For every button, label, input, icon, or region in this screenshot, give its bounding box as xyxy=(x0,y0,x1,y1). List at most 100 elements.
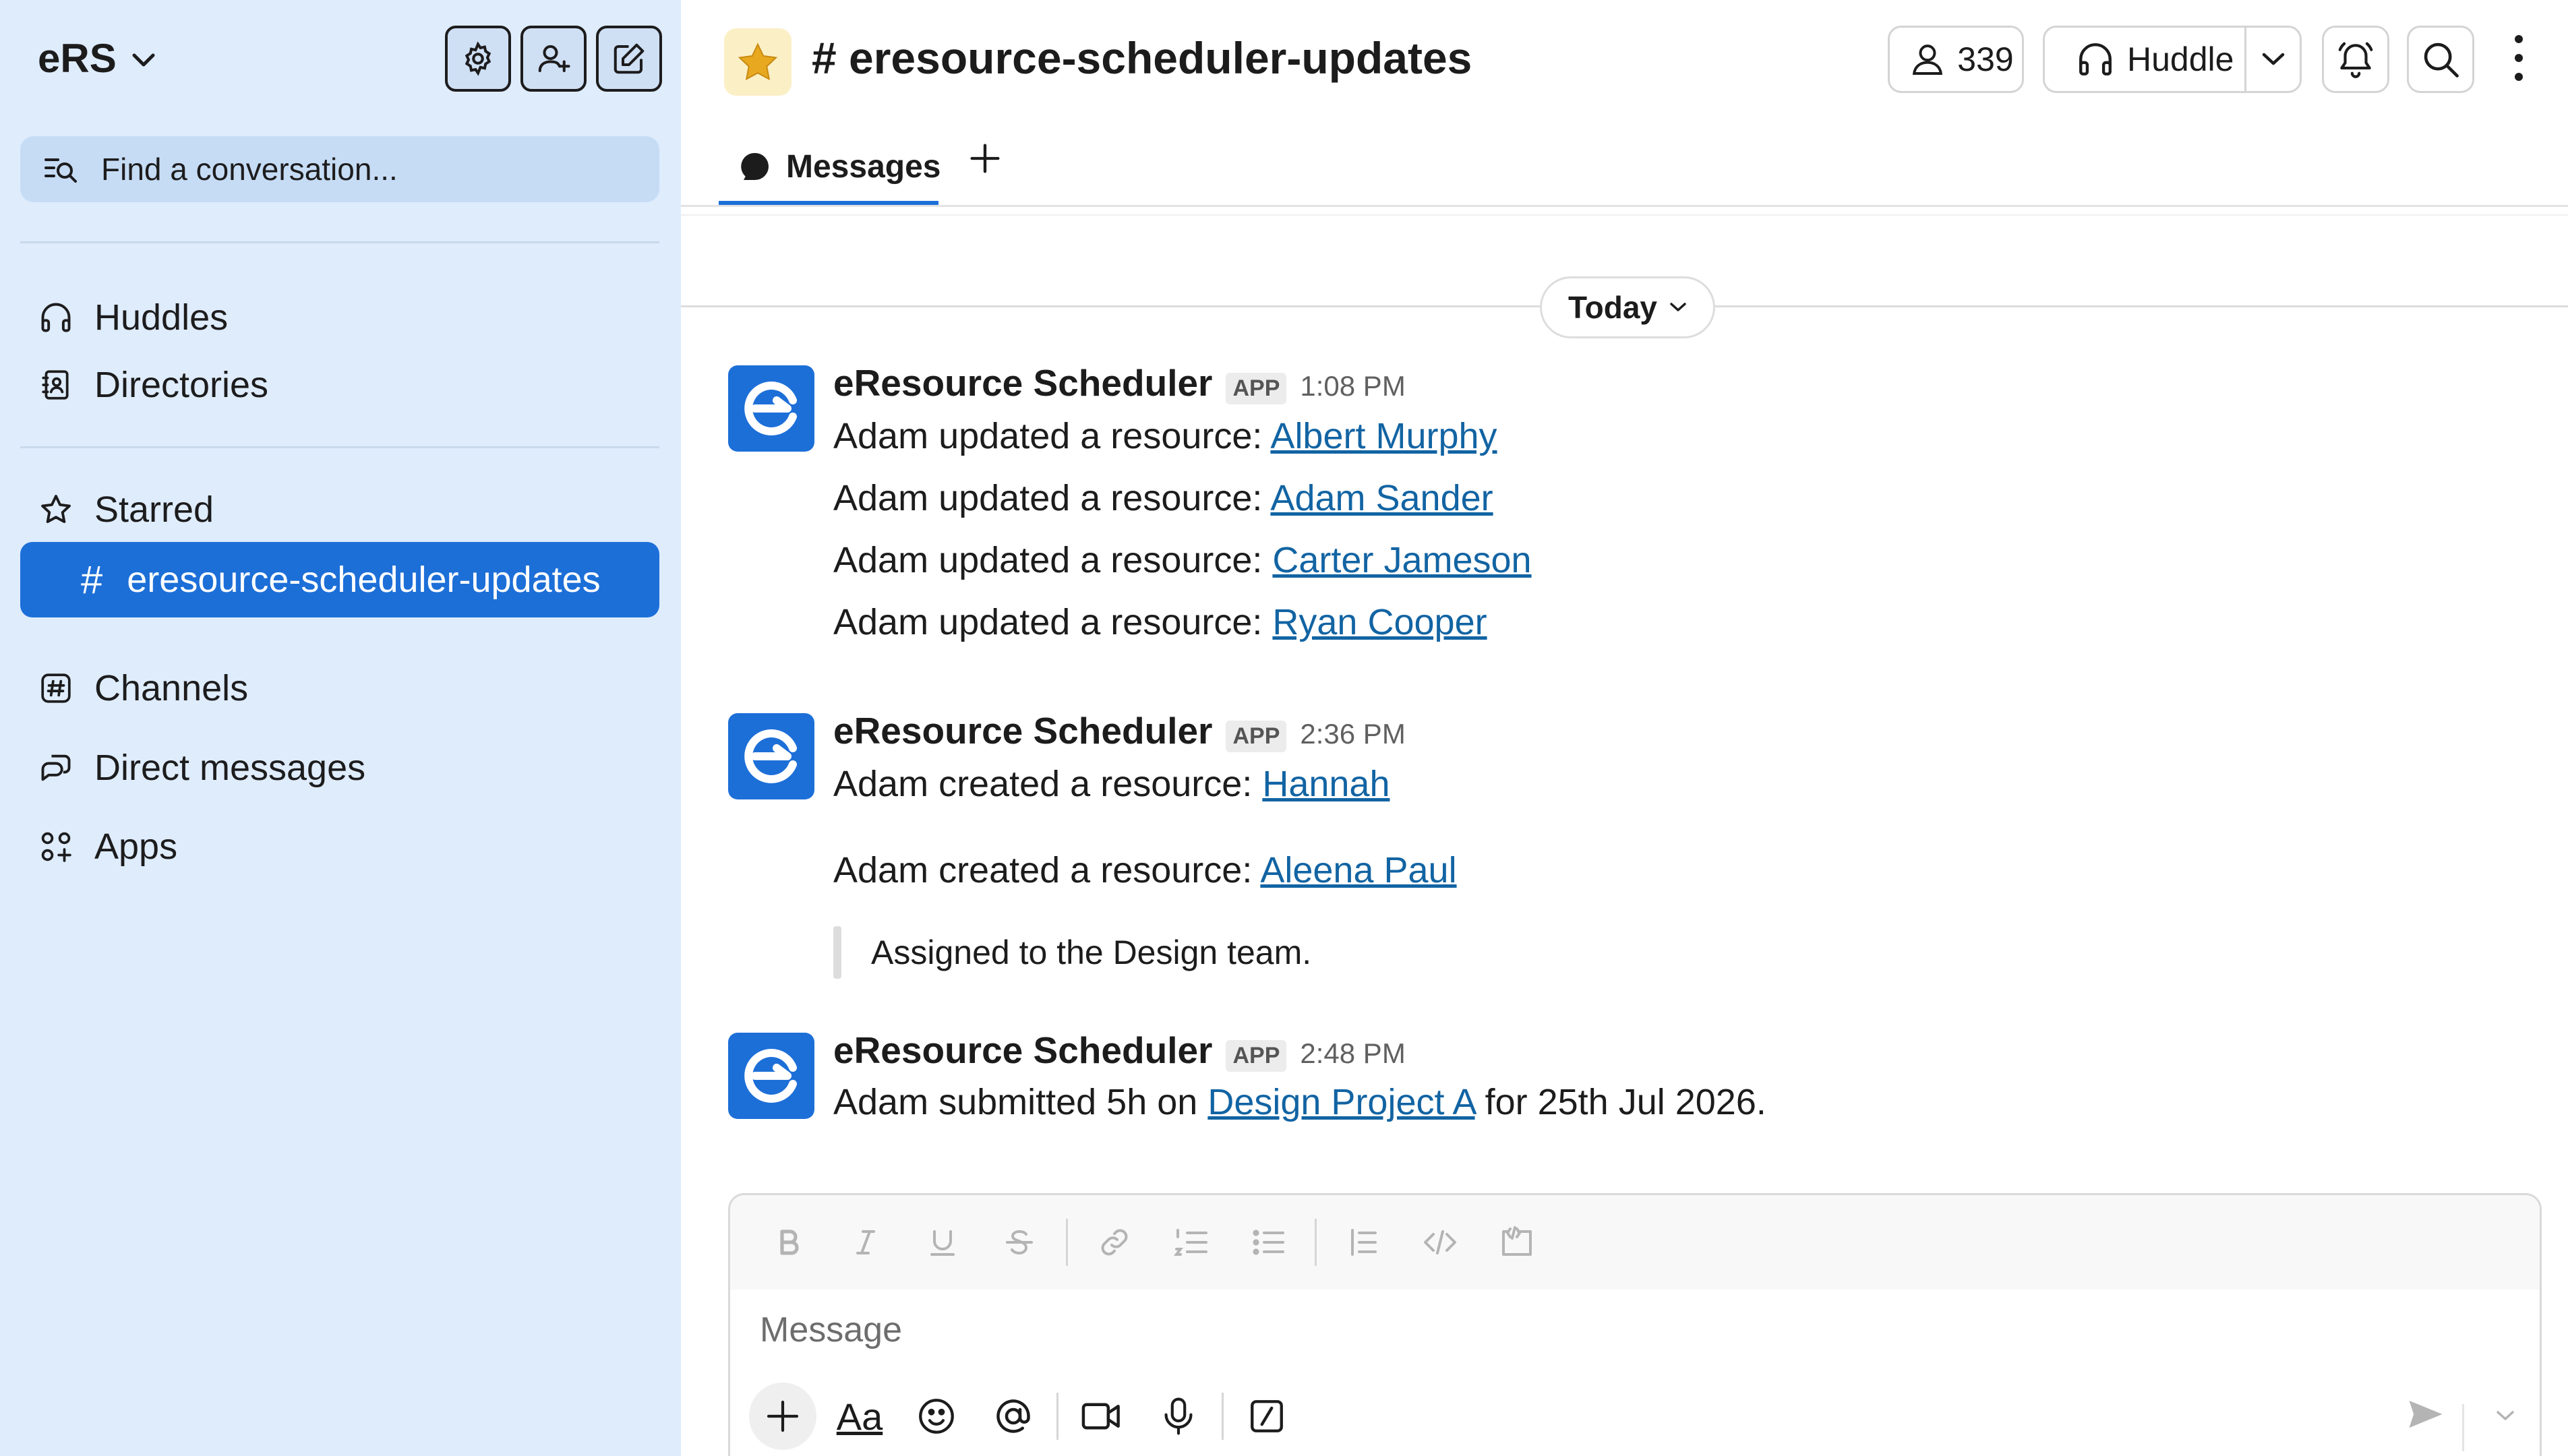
quote-text: Assigned to the Design team. xyxy=(871,934,1312,971)
code-block-button[interactable] xyxy=(1487,1212,1547,1273)
ordered-list-icon xyxy=(1174,1226,1209,1258)
emoji-icon xyxy=(916,1396,957,1436)
chevron-down-icon xyxy=(1657,301,1687,313)
compose-icon xyxy=(611,40,647,77)
send-button[interactable] xyxy=(2406,1397,2445,1431)
ordered-list-button[interactable] xyxy=(1161,1212,1222,1273)
attach-button[interactable] xyxy=(749,1383,816,1450)
members-button[interactable]: 339 xyxy=(1888,26,2024,93)
bell-icon xyxy=(2335,38,2377,80)
sidebar-item-directories[interactable]: Directories xyxy=(38,364,268,406)
toolbar-divider xyxy=(1315,1219,1317,1266)
sidebar-item-label: Channels xyxy=(94,668,249,708)
sidebar-item-label: Directories xyxy=(94,365,269,405)
huddle-button[interactable]: Huddle xyxy=(2045,28,2244,91)
resource-link[interactable]: Adam Sander xyxy=(1270,478,1493,518)
shortcuts-button[interactable] xyxy=(1233,1383,1301,1450)
video-clip-button[interactable] xyxy=(1068,1383,1135,1450)
message-line: Adam created a resource: Hannah xyxy=(833,763,1390,805)
resource-link[interactable]: Ryan Cooper xyxy=(1272,602,1487,642)
resource-link[interactable]: Aleena Paul xyxy=(1260,850,1456,890)
tab-messages[interactable]: Messages xyxy=(719,132,941,205)
avatar[interactable] xyxy=(728,1033,814,1119)
starred-toggle-button[interactable] xyxy=(724,28,792,96)
resource-link[interactable]: Hannah xyxy=(1262,764,1390,804)
send-options-button[interactable] xyxy=(2495,1409,2515,1423)
search-button[interactable] xyxy=(2407,26,2474,93)
channel-title[interactable]: # eresource-scheduler-updates xyxy=(812,32,1472,84)
message-line: Adam updated a resource: Adam Sander xyxy=(833,477,1493,519)
kebab-icon xyxy=(2511,32,2527,84)
find-conversation-input[interactable]: Find a conversation... xyxy=(20,136,659,202)
workspace-name: eRS xyxy=(38,36,117,81)
formatting-toolbar xyxy=(730,1195,2540,1290)
formatting-toggle-button[interactable]: Aa xyxy=(826,1383,893,1450)
app-badge: APP xyxy=(1226,373,1287,404)
message-header: eResource Scheduler APP 2:36 PM xyxy=(833,709,1406,752)
message-input[interactable] xyxy=(760,1310,2445,1350)
plus-icon xyxy=(764,1397,802,1435)
invite-people-button[interactable] xyxy=(520,26,587,92)
project-link[interactable]: Design Project A xyxy=(1207,1082,1474,1122)
message-text: Adam created a resource: xyxy=(833,850,1261,890)
microphone-icon xyxy=(1161,1396,1196,1436)
compose-button[interactable] xyxy=(596,26,662,92)
message-text: Adam updated a resource: xyxy=(833,416,1271,456)
code-button[interactable] xyxy=(1410,1212,1470,1273)
notifications-button[interactable] xyxy=(2322,26,2389,93)
message-line: Adam submitted 5h on Design Project A fo… xyxy=(833,1081,1766,1123)
bold-button[interactable] xyxy=(758,1212,819,1273)
underline-icon xyxy=(926,1226,959,1258)
huddle-options-button[interactable] xyxy=(2246,28,2300,91)
message-text: Adam updated a resource: xyxy=(833,478,1271,518)
emoji-button[interactable] xyxy=(903,1383,970,1450)
search-list-icon xyxy=(43,154,78,184)
eresource-logo-icon xyxy=(739,1043,804,1108)
sender-name[interactable]: eResource Scheduler xyxy=(833,361,1212,404)
timestamp[interactable]: 2:36 PM xyxy=(1300,718,1405,750)
avatar[interactable] xyxy=(728,713,814,799)
italic-icon xyxy=(849,1226,882,1258)
mention-button[interactable] xyxy=(980,1383,1047,1450)
sender-name[interactable]: eResource Scheduler xyxy=(833,709,1212,752)
resource-link[interactable]: Albert Murphy xyxy=(1270,416,1497,456)
hash-icon: # xyxy=(81,557,103,602)
tab-label: Messages xyxy=(786,148,941,185)
add-user-icon xyxy=(535,40,572,77)
timestamp[interactable]: 1:08 PM xyxy=(1300,370,1405,402)
add-tab-button[interactable] xyxy=(965,139,1005,178)
audio-clip-button[interactable] xyxy=(1145,1383,1212,1450)
sidebar-item-channels[interactable]: Channels xyxy=(38,667,248,709)
quote-bar xyxy=(833,926,841,979)
strikethrough-button[interactable] xyxy=(989,1212,1050,1273)
avatar[interactable] xyxy=(728,365,814,452)
bulleted-list-icon xyxy=(1251,1226,1286,1258)
bulleted-list-button[interactable] xyxy=(1238,1212,1298,1273)
workspace-switcher[interactable]: eRS xyxy=(38,35,156,82)
link-button[interactable] xyxy=(1084,1212,1145,1273)
sidebar-item-huddles[interactable]: Huddles xyxy=(38,297,228,338)
sidebar-section-starred[interactable]: Starred xyxy=(38,489,214,530)
sender-name[interactable]: eResource Scheduler xyxy=(833,1029,1212,1072)
toolbar-divider xyxy=(1222,1393,1224,1440)
sidebar-item-direct-messages[interactable]: Direct messages xyxy=(38,747,365,789)
settings-button[interactable] xyxy=(445,26,511,92)
eresource-logo-icon xyxy=(739,376,804,441)
underline-button[interactable] xyxy=(912,1212,973,1273)
text-format-icon: Aa xyxy=(836,1395,883,1438)
message-text: Adam created a resource: xyxy=(833,764,1263,804)
strikethrough-icon xyxy=(1003,1226,1036,1258)
send-divider xyxy=(2462,1404,2464,1451)
bold-icon xyxy=(773,1226,805,1258)
video-camera-icon xyxy=(1080,1397,1123,1435)
composer-actions: Aa xyxy=(749,1383,1310,1450)
message-line: Adam updated a resource: Ryan Cooper xyxy=(833,601,1487,643)
sidebar-item-apps[interactable]: Apps xyxy=(38,826,177,868)
more-options-button[interactable] xyxy=(2511,32,2527,84)
timestamp[interactable]: 2:48 PM xyxy=(1300,1037,1405,1070)
day-divider-button[interactable]: Today xyxy=(1540,276,1715,338)
italic-button[interactable] xyxy=(835,1212,896,1273)
sidebar-item-eresource-scheduler-updates[interactable]: # eresource-scheduler-updates xyxy=(20,542,659,617)
blockquote-button[interactable] xyxy=(1333,1212,1394,1273)
resource-link[interactable]: Carter Jameson xyxy=(1272,540,1531,580)
